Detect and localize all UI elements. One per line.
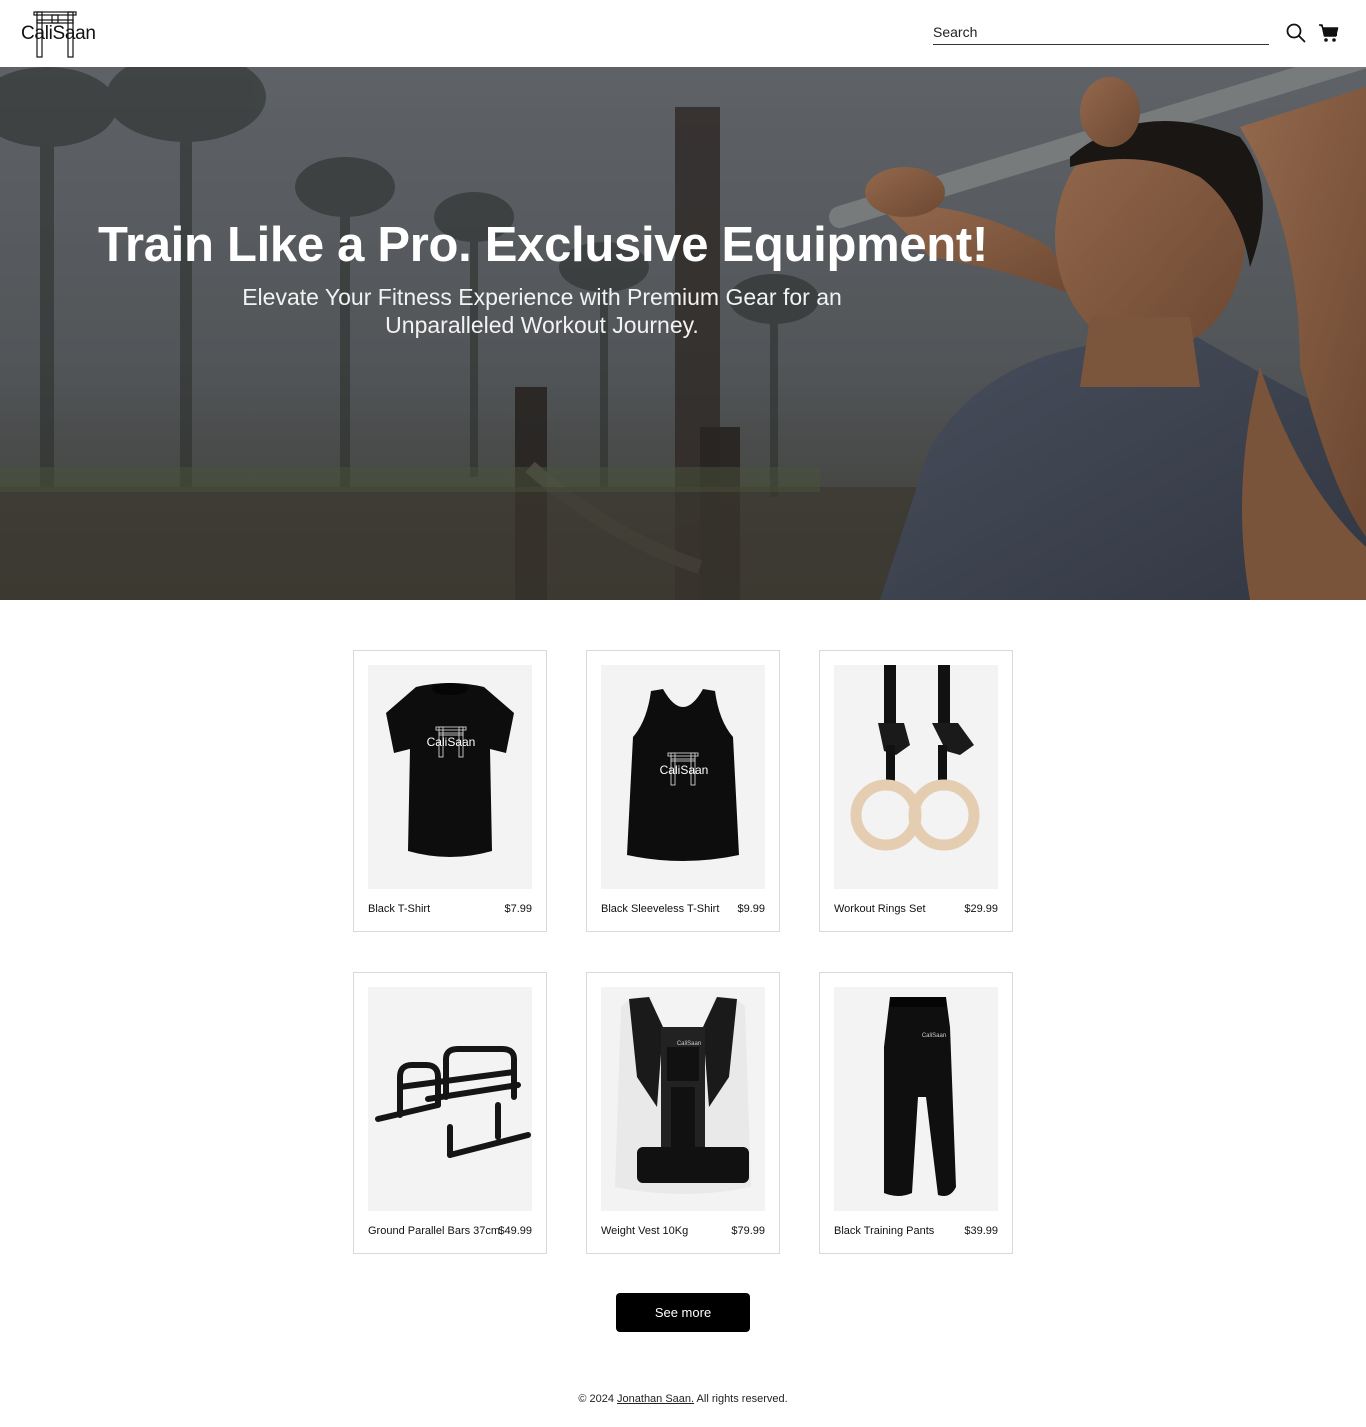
- logo[interactable]: CaliSaan: [20, 9, 96, 59]
- product-name: Workout Rings Set: [834, 903, 926, 915]
- tshirt-print: CaliSaan: [427, 735, 476, 749]
- search-input[interactable]: [933, 20, 1269, 44]
- product-name: Black T-Shirt: [368, 903, 431, 915]
- product-card[interactable]: CaliSaan Black Training Pants $39.99: [819, 972, 1013, 1254]
- pants-image: CaliSaan: [834, 987, 998, 1211]
- tank-top-image: CaliSaan: [601, 665, 765, 889]
- pants-print: CaliSaan: [922, 1033, 946, 1039]
- product-card[interactable]: CaliSaan Black Sleeveless T-Shirt $9.99: [586, 650, 780, 932]
- product-price: $9.99: [737, 903, 765, 915]
- product-price: $39.99: [964, 1225, 998, 1237]
- product-card[interactable]: CaliSaan Black T-Shirt $7.99: [353, 650, 547, 932]
- product-price: $79.99: [731, 1225, 765, 1237]
- footer: © 2024 Jonathan Saan. All rights reserve…: [0, 1393, 1366, 1405]
- see-more-button[interactable]: See more: [616, 1293, 750, 1332]
- weight-vest-print: CaliSaan: [677, 1041, 701, 1047]
- tshirt-image: CaliSaan: [368, 665, 532, 889]
- rings-image: [834, 665, 998, 889]
- logo-text: CaliSaan: [21, 23, 96, 44]
- footer-copyright: © 2024: [578, 1393, 618, 1405]
- product-name: Ground Parallel Bars 37cm: [368, 1225, 501, 1237]
- product-card[interactable]: Workout Rings Set $29.99: [819, 650, 1013, 932]
- footer-author-link[interactable]: Jonathan Saan.: [617, 1393, 694, 1405]
- hero-subtitle: Elevate Your Fitness Experience with Pre…: [242, 284, 842, 338]
- footer-rights: All rights reserved.: [694, 1393, 788, 1405]
- product-price: $49.99: [498, 1225, 532, 1237]
- product-card[interactable]: CaliSaan Weight Vest 10Kg $79.99: [586, 972, 780, 1254]
- search-icon[interactable]: [1285, 22, 1307, 44]
- product-price: $7.99: [504, 903, 532, 915]
- parallel-bars-image: [368, 987, 532, 1211]
- product-name: Black Sleeveless T-Shirt: [601, 903, 720, 915]
- cart-icon[interactable]: [1318, 22, 1340, 44]
- hero-title: Train Like a Pro. Exclusive Equipment!: [98, 218, 988, 272]
- product-name: Black Training Pants: [834, 1225, 935, 1237]
- weight-vest-image: CaliSaan: [601, 987, 765, 1211]
- product-price: $29.99: [964, 903, 998, 915]
- hero-banner: Train Like a Pro. Exclusive Equipment! E…: [0, 67, 1366, 600]
- product-name: Weight Vest 10Kg: [601, 1225, 689, 1237]
- product-card[interactable]: Ground Parallel Bars 37cm $49.99: [353, 972, 547, 1254]
- search-bar: [933, 20, 1269, 45]
- tank-top-print: CaliSaan: [660, 763, 709, 777]
- site-header: CaliSaan: [0, 0, 1366, 67]
